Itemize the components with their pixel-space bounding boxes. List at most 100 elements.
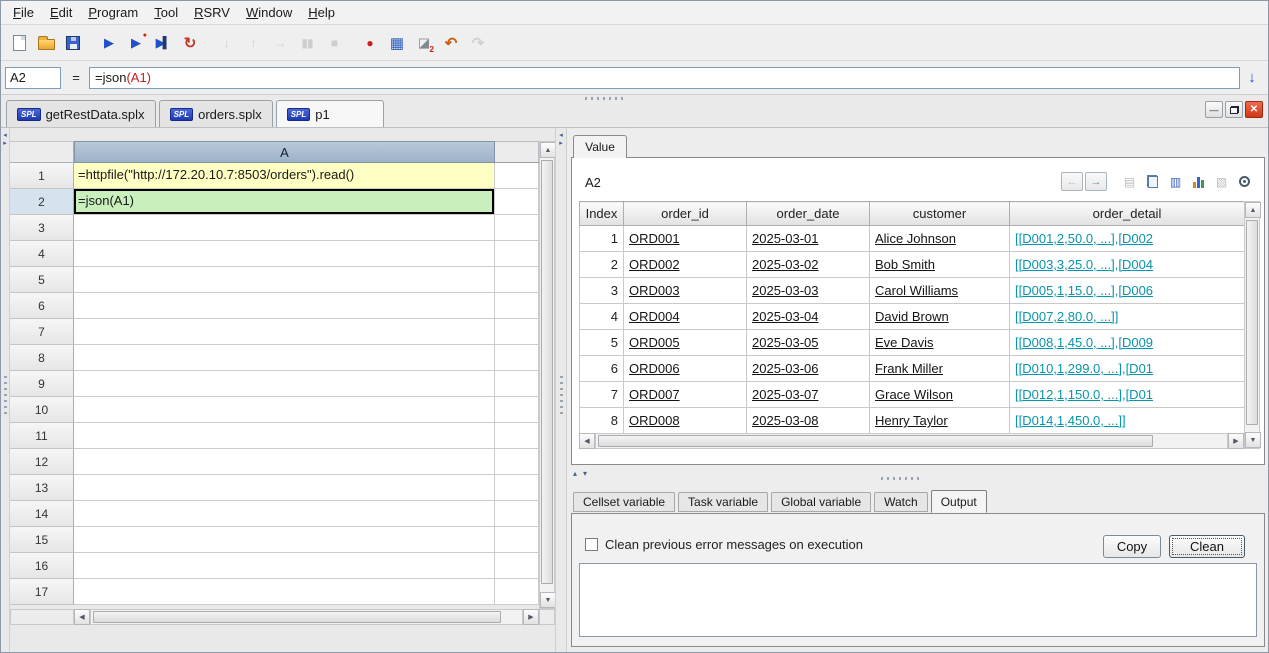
row-header[interactable]: 4: [10, 241, 74, 267]
customer-cell[interactable]: Alice Johnson: [869, 225, 1010, 252]
collapse-left-icon[interactable]: ◂: [556, 132, 566, 140]
scrollbar-thumb[interactable]: [1246, 220, 1258, 425]
order-id-cell[interactable]: ORD004: [623, 303, 747, 330]
tab-watch[interactable]: Watch: [874, 492, 928, 512]
order-date-cell[interactable]: 2025-03-07: [746, 381, 870, 408]
scroll-left-button[interactable]: ◀: [579, 433, 595, 449]
grid-cell-extra[interactable]: [495, 293, 539, 319]
menu-tool[interactable]: Tool: [146, 2, 186, 23]
clear-cells-button[interactable]: ◪ 2: [411, 30, 437, 56]
scrollbar-track[interactable]: [90, 609, 523, 625]
scroll-right-button[interactable]: ▶: [523, 609, 539, 625]
open-file-button[interactable]: [33, 30, 59, 56]
tab-task-variable[interactable]: Task variable: [678, 492, 769, 512]
order-date-cell[interactable]: 2025-03-05: [746, 329, 870, 356]
grid-cell-extra[interactable]: [495, 163, 539, 189]
splitter-handle[interactable]: [559, 376, 563, 418]
grid-cell[interactable]: [74, 267, 495, 293]
grid-cell-extra[interactable]: [495, 475, 539, 501]
row-header[interactable]: 15: [10, 527, 74, 553]
tab-global-variable[interactable]: Global variable: [771, 492, 872, 512]
value-horizontal-scrollbar[interactable]: ◀ ▶: [579, 433, 1244, 449]
tab-value[interactable]: Value: [573, 135, 627, 158]
print-button[interactable]: ▤: [1119, 172, 1140, 191]
row-header[interactable]: 3: [10, 215, 74, 241]
grid-cell[interactable]: [74, 241, 495, 267]
copy-button[interactable]: Copy: [1103, 535, 1161, 558]
calculate-area-button[interactable]: ▦: [384, 30, 410, 56]
run-to-cursor-button[interactable]: →: [267, 30, 293, 56]
grid-cell-extra[interactable]: [495, 449, 539, 475]
customer-cell[interactable]: David Brown: [869, 303, 1010, 330]
grid-cell[interactable]: [74, 319, 495, 345]
grid-cell[interactable]: [74, 527, 495, 553]
menu-program[interactable]: Program: [80, 2, 146, 23]
step-run-button[interactable]: ▶ ▌: [150, 30, 176, 56]
splitter-handle[interactable]: [881, 477, 919, 480]
row-header[interactable]: 13: [10, 475, 74, 501]
grid-cell-extra[interactable]: [495, 267, 539, 293]
left-pane-splitter[interactable]: ◂ ▸: [1, 128, 10, 652]
stop-button[interactable]: ■: [321, 30, 347, 56]
order-id-cell[interactable]: ORD008: [623, 407, 747, 433]
row-header[interactable]: 7: [10, 319, 74, 345]
grid-cell-extra[interactable]: [495, 501, 539, 527]
row-header[interactable]: 17: [10, 579, 74, 605]
debug-run-button[interactable]: ▶ ●: [123, 30, 149, 56]
cell-reference-box[interactable]: A2: [5, 66, 61, 89]
close-button[interactable]: ✕: [1245, 101, 1263, 118]
grid-cell-extra[interactable]: [495, 423, 539, 449]
row-header[interactable]: 16: [10, 553, 74, 579]
col-header-order-detail[interactable]: order_detail: [1009, 201, 1244, 226]
clean-previous-checkbox[interactable]: [585, 538, 598, 551]
grid-cell-extra[interactable]: [495, 215, 539, 241]
output-console[interactable]: [579, 563, 1257, 637]
grid-cell[interactable]: [74, 215, 495, 241]
collapse-left-icon[interactable]: ◂: [1, 132, 9, 140]
grid-cell-extra[interactable]: [495, 527, 539, 553]
grid-cell-extra[interactable]: [495, 397, 539, 423]
run-button[interactable]: ▶: [96, 30, 122, 56]
scrollbar-track[interactable]: [595, 433, 1228, 449]
order-id-cell[interactable]: ORD006: [623, 355, 747, 382]
scrollbar-thumb[interactable]: [93, 611, 501, 623]
scroll-up-button[interactable]: ▲: [1245, 202, 1261, 218]
row-header[interactable]: 10: [10, 397, 74, 423]
recalculate-button[interactable]: ↻: [177, 30, 203, 56]
scrollbar-track[interactable]: [1245, 218, 1259, 432]
row-header[interactable]: 5: [10, 267, 74, 293]
minimize-button[interactable]: —: [1205, 101, 1223, 118]
order-date-cell[interactable]: 2025-03-04: [746, 303, 870, 330]
scroll-right-button[interactable]: ▶: [1228, 433, 1244, 449]
row-header[interactable]: 8: [10, 345, 74, 371]
tab-output[interactable]: Output: [930, 490, 987, 513]
breakpoint-button[interactable]: ●: [357, 30, 383, 56]
grid-cell-extra[interactable]: [495, 189, 539, 215]
grid-cell-extra[interactable]: [495, 579, 539, 605]
customer-cell[interactable]: Eve Davis: [869, 329, 1010, 356]
row-header[interactable]: 2: [10, 189, 74, 215]
scroll-left-button[interactable]: ◀: [74, 609, 90, 625]
back-button[interactable]: ←: [1061, 172, 1083, 191]
collapse-up-icon[interactable]: ▴: [573, 470, 577, 478]
col-header-customer[interactable]: customer: [869, 201, 1010, 226]
grid-cell[interactable]: [74, 579, 495, 605]
order-date-cell[interactable]: 2025-03-08: [746, 407, 870, 433]
grid-cell[interactable]: [74, 345, 495, 371]
row-header[interactable]: 14: [10, 501, 74, 527]
menu-rsrv[interactable]: RSRV: [186, 2, 238, 23]
grid-cell[interactable]: [74, 501, 495, 527]
grid-cell-extra[interactable]: [495, 371, 539, 397]
pause-button[interactable]: ▮▮: [294, 30, 320, 56]
row-header[interactable]: 1: [10, 163, 74, 189]
order-id-cell[interactable]: ORD002: [623, 251, 747, 278]
grid-cell[interactable]: [74, 371, 495, 397]
redo-button[interactable]: ↷: [465, 30, 491, 56]
row-header[interactable]: 11: [10, 423, 74, 449]
column-header-a[interactable]: A: [74, 141, 495, 163]
col-header-order-date[interactable]: order_date: [746, 201, 870, 226]
scroll-up-button[interactable]: ▲: [540, 142, 556, 158]
row-header[interactable]: 12: [10, 449, 74, 475]
menu-window[interactable]: Window: [238, 2, 300, 23]
menu-help[interactable]: Help: [300, 2, 343, 23]
